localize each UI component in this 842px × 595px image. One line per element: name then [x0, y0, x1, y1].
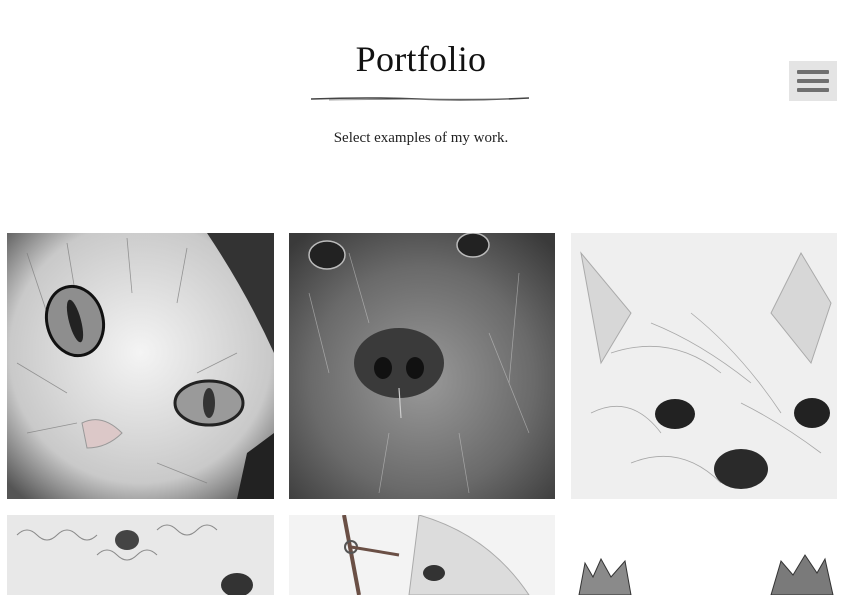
gallery-item-yorkie[interactable]	[571, 233, 837, 499]
dog-drawing	[571, 233, 837, 499]
horse-drawing	[289, 515, 555, 595]
menu-button[interactable]	[789, 61, 837, 101]
cat-drawing	[7, 233, 274, 499]
title-underline	[310, 97, 530, 101]
gallery-item-cat[interactable]	[7, 233, 274, 499]
hamburger-menu-icon-bar	[797, 79, 829, 83]
gallery-item-horse[interactable]	[289, 515, 555, 595]
hamburger-menu-icon	[797, 70, 829, 74]
hamburger-menu-icon-bar	[797, 88, 829, 92]
dog-drawing	[7, 515, 274, 595]
gallery-item-foals[interactable]	[571, 515, 837, 595]
page-title: Portfolio	[355, 39, 487, 79]
gallery-item-spaniel[interactable]	[289, 233, 555, 499]
page-subtitle: Select examples of my work.	[333, 130, 509, 146]
dog-drawing	[289, 233, 555, 499]
horse-drawing	[571, 515, 837, 595]
gallery-item-curly-dog[interactable]	[7, 515, 274, 595]
